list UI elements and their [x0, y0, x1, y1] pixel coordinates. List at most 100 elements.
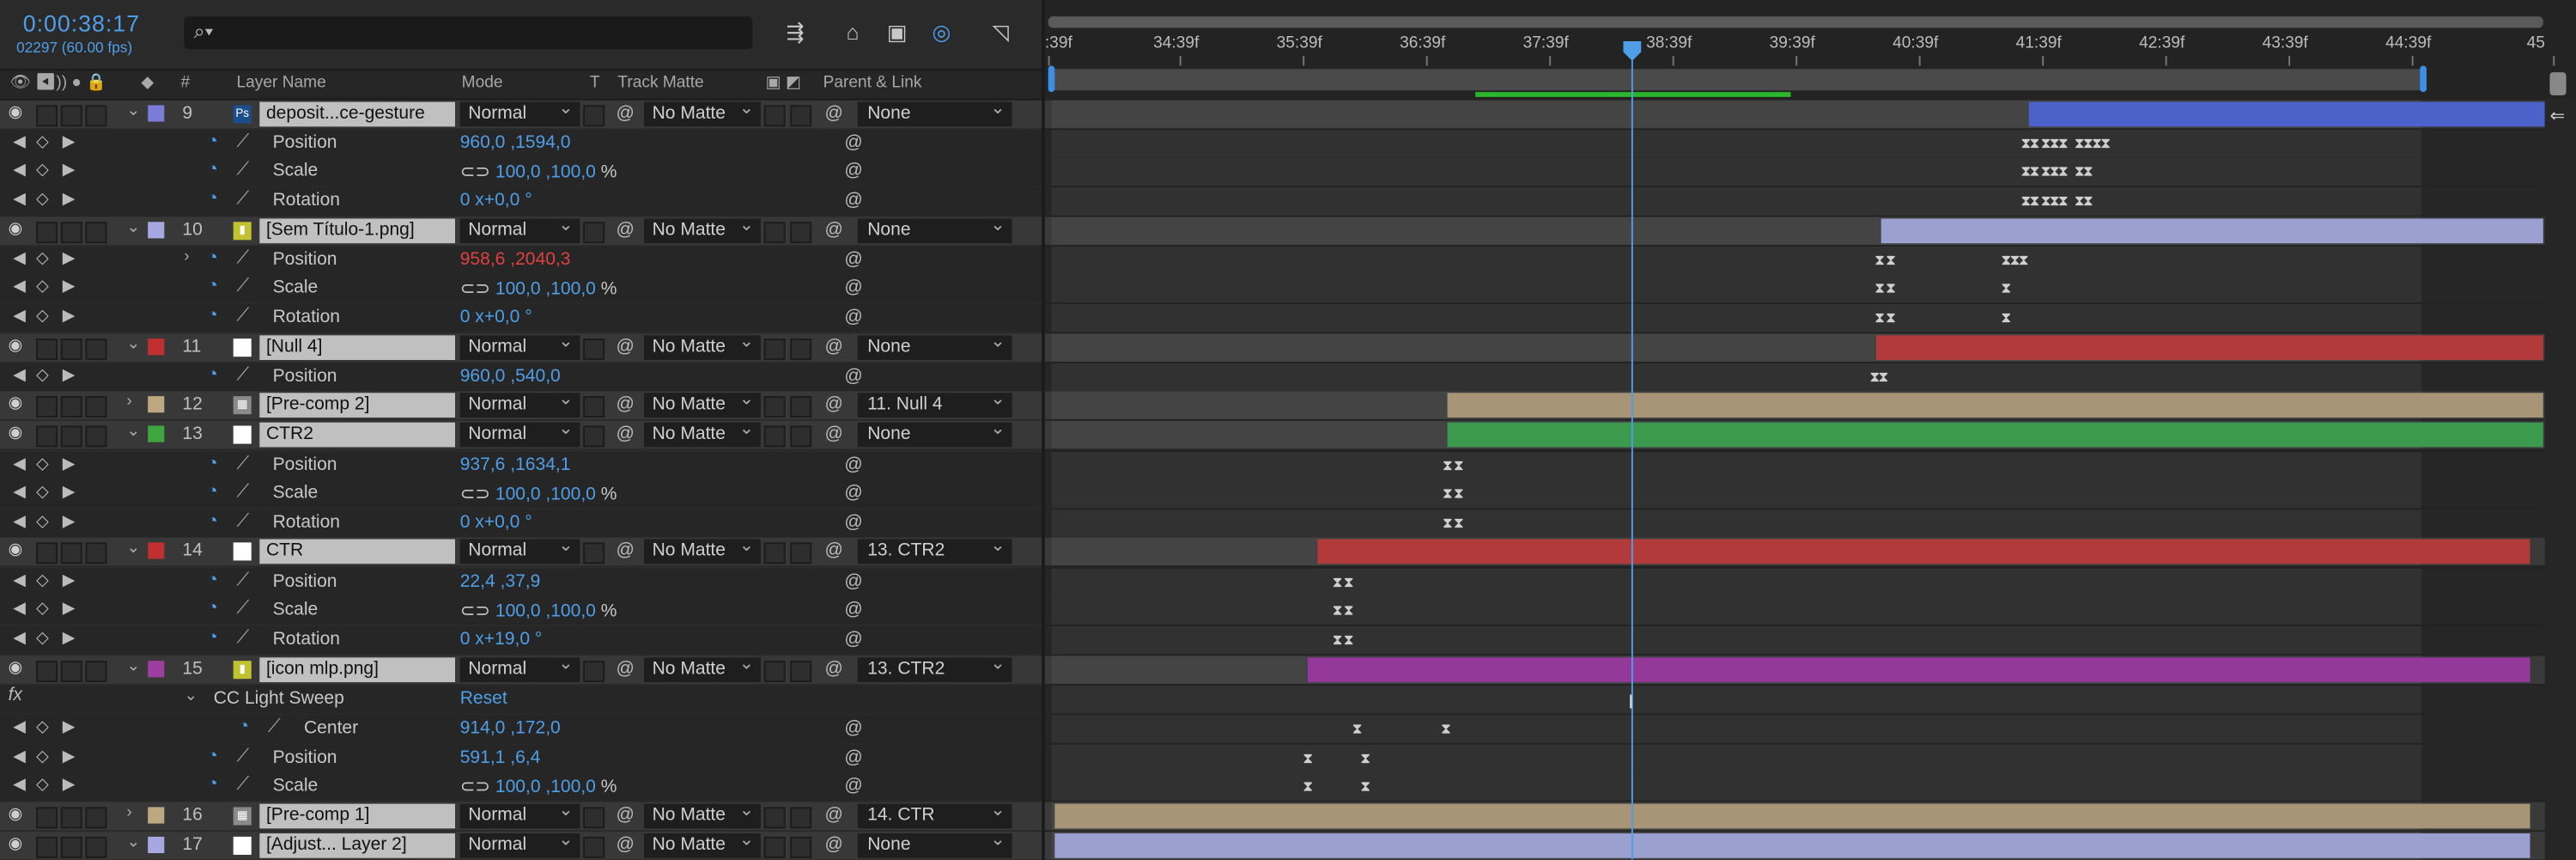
keyframe-markers[interactable]: ⧗ ⧗: [1874, 252, 1896, 270]
stopwatch-icon[interactable]: ◔: [207, 189, 227, 209]
keyframe-markers[interactable]: ⧗: [2001, 279, 2011, 297]
stopwatch-icon[interactable]: ◔: [238, 717, 258, 736]
layer-duration-bar[interactable]: [1054, 803, 2530, 829]
visibility-eye-icon[interactable]: ◉: [9, 395, 28, 412]
expression-pickwhip-icon[interactable]: @: [844, 484, 862, 503]
next-keyframe-icon[interactable]: ▶: [63, 600, 76, 618]
current-time-indicator[interactable]: [1631, 46, 1633, 860]
graph-icon[interactable]: ⟋: [237, 306, 250, 327]
expression-pickwhip-icon[interactable]: @: [844, 278, 862, 297]
layer-name[interactable]: [Pre-comp 2]: [259, 393, 455, 418]
effect-reset-link[interactable]: Reset: [460, 689, 507, 709]
keyframe-markers[interactable]: ⧗: [1352, 720, 1363, 738]
property-row[interactable]: ◀ ◇ ▶ ◔ ⟋ Rotation 0 x+0,0 ° @: [0, 303, 1042, 332]
matte-pickwhip-icon[interactable]: @: [616, 220, 634, 240]
timeline-property-track[interactable]: ⧗⧗: [1044, 744, 2576, 773]
visibility-eye-icon[interactable]: ◉: [9, 806, 28, 822]
solo-switch[interactable]: [60, 836, 82, 858]
switch-b[interactable]: [790, 339, 812, 361]
timeline-property-track[interactable]: ⧗ ⧗: [1044, 509, 2576, 538]
switch-b[interactable]: [790, 222, 812, 244]
timeline-layer-track[interactable]: [1044, 333, 2576, 362]
switch-b[interactable]: [790, 807, 812, 829]
timeline-property-track[interactable]: ⧗ ⧗ ⧗: [1044, 274, 2576, 303]
keyframe-markers[interactable]: ⧗: [1441, 720, 1451, 738]
keyframe-markers[interactable]: ⧗⧗ ⧗⧗⧗ ⧗⧗: [2020, 192, 2093, 210]
property-row[interactable]: ◀ ◇ ▶ ◔ ⟋ Position 591,1 ,6,4 @: [0, 744, 1042, 773]
previous-keyframe-icon[interactable]: ◀: [13, 250, 26, 268]
layer-duration-bar[interactable]: [1054, 833, 2530, 858]
previous-keyframe-icon[interactable]: ◀: [13, 718, 26, 736]
keyframe-markers[interactable]: ⧗: [2001, 309, 2011, 327]
property-value-text[interactable]: 100,0 ,100,0: [495, 778, 596, 797]
switch-a[interactable]: [763, 396, 786, 418]
add-keyframe-icon[interactable]: ◇: [36, 367, 49, 385]
preserve-transparency-switch[interactable]: [583, 339, 605, 361]
property-value[interactable]: 591,1 ,6,4: [460, 748, 541, 768]
keyframe-markers[interactable]: ⧗ ⧗: [1443, 485, 1464, 503]
expression-pickwhip-icon[interactable]: @: [844, 572, 862, 592]
stopwatch-icon[interactable]: ◔: [207, 248, 227, 268]
layer-duration-bar[interactable]: [1447, 422, 2543, 448]
label-color-swatch[interactable]: [148, 661, 165, 678]
twirl-open-icon[interactable]: ⌄: [126, 218, 140, 236]
next-keyframe-icon[interactable]: ▶: [63, 308, 76, 326]
stopwatch-icon[interactable]: ◔: [207, 306, 227, 326]
property-value[interactable]: ⊂⊃ 100,0 ,100,0 %: [460, 278, 617, 299]
property-row[interactable]: ◀ ◇ ▶ ◔ ⟋ Position 960,0 ,540,0 @: [0, 363, 1042, 392]
previous-keyframe-icon[interactable]: ◀: [13, 367, 26, 385]
track-matte-dropdown[interactable]: No Matte: [644, 799, 761, 829]
expression-pickwhip-icon[interactable]: @: [844, 308, 862, 327]
effect-name[interactable]: CC Light Sweep: [214, 689, 344, 709]
property-value[interactable]: 914,0 ,172,0: [460, 718, 561, 738]
graph-icon[interactable]: ⟋: [237, 454, 250, 475]
blend-mode-dropdown[interactable]: Normal: [459, 799, 580, 829]
timeline-property-track[interactable]: ⧗ ⧗: [1044, 452, 2576, 480]
parent-dropdown[interactable]: None: [857, 418, 1012, 448]
property-value[interactable]: 960,0 ,1594,0: [460, 133, 571, 153]
parent-dropdown[interactable]: 14. CTR: [857, 799, 1012, 829]
twirl-open-icon[interactable]: ⌄: [126, 540, 140, 558]
visibility-eye-icon[interactable]: ◉: [9, 660, 28, 676]
preserve-transparency-switch[interactable]: [583, 661, 605, 683]
add-keyframe-icon[interactable]: ◇: [36, 133, 49, 151]
property-value[interactable]: 0 x+0,0 °: [460, 191, 532, 210]
switch-b[interactable]: [790, 105, 812, 127]
constrain-proportions-icon[interactable]: ⊂⊃: [460, 162, 495, 182]
parent-pickwhip-icon[interactable]: @: [824, 835, 842, 855]
property-value-text[interactable]: 100,0 ,100,0: [495, 162, 596, 182]
track-matte-dropdown[interactable]: No Matte: [644, 214, 761, 244]
work-area-bar[interactable]: [1051, 69, 2422, 91]
visibility-eye-icon[interactable]: ◉: [9, 836, 28, 852]
track-matte-dropdown[interactable]: No Matte: [644, 653, 761, 683]
property-value[interactable]: ⊂⊃ 100,0 ,100,0 %: [460, 600, 617, 621]
property-value[interactable]: 22,4 ,37,9: [460, 572, 541, 592]
solo-switch[interactable]: [60, 222, 82, 244]
lock-switch[interactable]: [85, 105, 107, 127]
solo-switch[interactable]: [60, 425, 82, 448]
matte-pickwhip-icon[interactable]: @: [616, 394, 634, 414]
next-keyframe-icon[interactable]: ▶: [63, 630, 76, 648]
property-value[interactable]: 0 x+0,0 °: [460, 513, 532, 533]
switch-a[interactable]: [763, 807, 786, 829]
previous-keyframe-icon[interactable]: ◀: [13, 776, 26, 794]
parent-dropdown[interactable]: None: [857, 331, 1012, 361]
track-matte-dropdown[interactable]: No Matte: [644, 97, 761, 127]
lock-switch[interactable]: [85, 542, 107, 564]
property-row[interactable]: ◀ ◇ ▶ ◔ ⟋ Rotation 0 x+0,0 ° @: [0, 187, 1042, 216]
twirl-open-icon[interactable]: ⌄: [126, 102, 140, 120]
switch-b[interactable]: [790, 425, 812, 448]
previous-keyframe-icon[interactable]: ◀: [13, 630, 26, 648]
audio-switch[interactable]: [36, 105, 58, 127]
stopwatch-icon[interactable]: ◔: [207, 628, 227, 648]
layer-name[interactable]: [Pre-comp 1]: [259, 803, 455, 829]
switch-b[interactable]: [790, 836, 812, 858]
layer-duration-bar[interactable]: [1317, 539, 2530, 564]
layer-row[interactable]: ◉ ⌄ 10 ▮ [Sem Título-1.png]Normal @ No Matte @ N…: [0, 214, 1042, 246]
switch-a[interactable]: [763, 222, 786, 244]
lock-switch[interactable]: [85, 425, 107, 448]
add-keyframe-icon[interactable]: ◇: [36, 250, 49, 268]
next-keyframe-icon[interactable]: ▶: [63, 367, 76, 385]
layer-row[interactable]: ◉ › 16 ▦ [Pre-comp 1]Normal @ No Matte @14. CTR: [0, 799, 1042, 831]
twirl-open-icon[interactable]: ⌄: [126, 335, 140, 353]
